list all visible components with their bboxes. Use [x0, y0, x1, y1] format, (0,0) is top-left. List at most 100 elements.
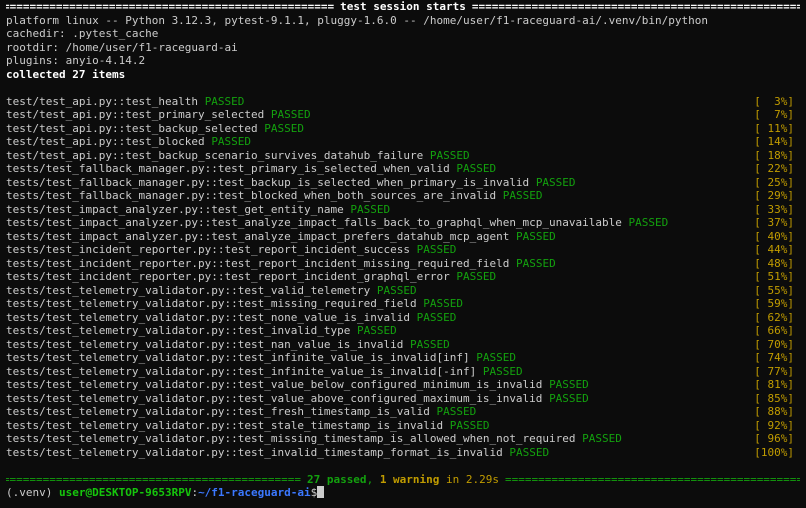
platform-line: platform linux -- Python 3.12.3, pytest-…	[6, 13, 708, 27]
text-cursor[interactable]	[317, 486, 325, 498]
test-progress-percent: [ 7%]	[754, 108, 794, 121]
test-name: tests/test_fallback_manager.py::test_bac…	[6, 175, 530, 189]
test-progress-percent: [ 66%]	[754, 324, 794, 337]
test-status-passed: PASSED	[628, 216, 669, 229]
test-name: tests/test_telemetry_validator.py::test_…	[6, 405, 430, 418]
test-result-row: tests/test_telemetry_validator.py::test_…	[6, 446, 800, 460]
test-result-left: test/test_api.py::test_backup_scenario_s…	[6, 149, 470, 163]
test-name: tests/test_fallback_manager.py::test_pri…	[6, 162, 450, 175]
test-progress-percent: [ 81%]	[754, 378, 794, 391]
terminal-window[interactable]: test session starts platform linux -- Py…	[0, 0, 806, 508]
test-progress-percent: [ 25%]	[754, 175, 794, 189]
test-status-passed: PASSED	[549, 391, 589, 405]
test-name: tests/test_telemetry_validator.py::test_…	[6, 351, 470, 364]
test-status-passed: PASSED	[482, 364, 523, 378]
test-name: tests/test_telemetry_validator.py::test_…	[6, 391, 543, 405]
test-name: tests/test_fallback_manager.py::test_blo…	[6, 189, 497, 202]
banner-rule-left	[6, 473, 301, 487]
test-result-row: tests/test_impact_analyzer.py::test_get_…	[6, 203, 800, 217]
test-status-passed: PASSED	[429, 148, 470, 162]
test-result-row: tests/test_impact_analyzer.py::test_anal…	[6, 216, 800, 230]
test-name: tests/test_telemetry_validator.py::test_…	[6, 364, 477, 378]
test-status-passed: PASSED	[549, 378, 589, 391]
test-progress-percent: [100%]	[754, 445, 794, 459]
test-status-passed: PASSED	[502, 189, 543, 202]
test-status-passed: PASSED	[449, 418, 490, 432]
test-progress-percent: [ 96%]	[754, 432, 794, 445]
test-result-left: tests/test_telemetry_validator.py::test_…	[6, 392, 589, 406]
test-status-passed: PASSED	[456, 270, 497, 283]
test-name: tests/test_impact_analyzer.py::test_get_…	[6, 202, 344, 216]
test-result-left: tests/test_telemetry_validator.py::test_…	[6, 365, 523, 379]
test-progress-percent: [ 37%]	[754, 216, 794, 229]
test-status-passed: PASSED	[350, 202, 391, 216]
test-result-left: tests/test_telemetry_validator.py::test_…	[6, 297, 463, 311]
test-status-passed: PASSED	[423, 297, 463, 310]
summary-banner: 27 passed, 1 warning in 2.29s	[6, 473, 800, 487]
banner-rule-left	[6, 0, 334, 14]
shell-prompt[interactable]: (.venv) user@DESKTOP-9653RPV:~/f1-racegu…	[6, 486, 800, 500]
test-status-passed: PASSED	[264, 121, 305, 135]
test-status-passed: PASSED	[409, 337, 450, 351]
summary-duration: in 2.29s	[439, 472, 500, 486]
test-progress-percent: [ 51%]	[754, 270, 794, 283]
test-name: tests/test_telemetry_validator.py::test_…	[6, 378, 543, 391]
test-progress-percent: [ 92%]	[754, 418, 794, 432]
test-progress-percent: [ 33%]	[754, 202, 794, 216]
test-progress-percent: [ 70%]	[754, 337, 794, 351]
test-name: test/test_api.py::test_primary_selected	[6, 108, 265, 121]
test-result-left: tests/test_fallback_manager.py::test_bac…	[6, 176, 576, 190]
test-progress-percent: [ 18%]	[754, 148, 794, 162]
summary-separator: ,	[366, 472, 380, 486]
test-result-row: tests/test_telemetry_validator.py::test_…	[6, 324, 800, 338]
test-status-passed: PASSED	[509, 445, 550, 459]
test-name: tests/test_telemetry_validator.py::test_…	[6, 310, 410, 324]
test-name: tests/test_telemetry_validator.py::test_…	[6, 297, 417, 310]
test-name: tests/test_telemetry_validator.py::test_…	[6, 432, 576, 445]
test-result-left: test/test_api.py::test_backup_selected P…	[6, 122, 304, 136]
test-result-left: tests/test_fallback_manager.py::test_blo…	[6, 189, 542, 203]
test-status-passed: PASSED	[211, 135, 252, 148]
plugins-line: plugins: anyio-4.14.2	[6, 54, 146, 67]
test-result-left: test/test_api.py::test_blocked PASSED	[6, 135, 251, 149]
test-result-left: tests/test_telemetry_validator.py::test_…	[6, 405, 476, 419]
test-result-row: test/test_api.py::test_backup_selected P…	[6, 122, 800, 136]
test-status-passed: PASSED	[515, 256, 556, 270]
test-result-row: tests/test_telemetry_validator.py::test_…	[6, 392, 800, 406]
test-result-row: test/test_api.py::test_blocked PASSED [ 1…	[6, 135, 800, 149]
test-name: test/test_api.py::test_blocked	[6, 135, 205, 148]
test-name: tests/test_incident_reporter.py::test_re…	[6, 256, 510, 270]
test-result-row: tests/test_telemetry_validator.py::test_…	[6, 432, 800, 446]
test-result-left: tests/test_telemetry_validator.py::test_…	[6, 351, 516, 365]
test-result-row: tests/test_fallback_manager.py::test_bac…	[6, 176, 800, 190]
test-status-passed: PASSED	[582, 432, 622, 445]
test-result-row: tests/test_telemetry_validator.py::test_…	[6, 284, 800, 298]
test-result-left: tests/test_impact_analyzer.py::test_get_…	[6, 203, 390, 217]
prompt-user-host: user@DESKTOP-9653RPV	[58, 486, 192, 499]
test-result-row: tests/test_telemetry_validator.py::test_…	[6, 419, 800, 433]
test-progress-percent: [ 11%]	[754, 121, 794, 135]
test-result-row: tests/test_telemetry_validator.py::test_…	[6, 405, 800, 419]
banner-rule-right	[505, 473, 800, 487]
test-progress-percent: [ 44%]	[754, 243, 794, 256]
test-result-row: test/test_api.py::test_health PASSED [ 3%…	[6, 95, 800, 109]
test-progress-percent: [ 40%]	[754, 229, 794, 243]
test-result-row: tests/test_incident_reporter.py::test_re…	[6, 257, 800, 271]
session-header-title: test session starts	[340, 0, 466, 13]
test-result-row: tests/test_telemetry_validator.py::test_…	[6, 338, 800, 352]
test-name: tests/test_telemetry_validator.py::test_…	[6, 418, 444, 432]
prompt-symbol: $	[310, 486, 318, 499]
banner-rule-right	[472, 0, 800, 14]
test-result-row: tests/test_telemetry_validator.py::test_…	[6, 351, 800, 365]
test-result-left: tests/test_fallback_manager.py::test_pri…	[6, 162, 496, 176]
test-result-left: tests/test_telemetry_validator.py::test_…	[6, 378, 589, 392]
test-status-passed: PASSED	[436, 405, 477, 418]
test-status-passed: PASSED	[270, 108, 311, 121]
test-name: tests/test_impact_analyzer.py::test_anal…	[6, 229, 510, 243]
test-result-row: tests/test_fallback_manager.py::test_pri…	[6, 162, 800, 176]
test-result-row: test/test_api.py::test_backup_scenario_s…	[6, 149, 800, 163]
rootdir-line: rootdir: /home/user/f1-raceguard-ai	[6, 40, 238, 54]
test-name: test/test_api.py::test_backup_selected	[6, 121, 258, 135]
